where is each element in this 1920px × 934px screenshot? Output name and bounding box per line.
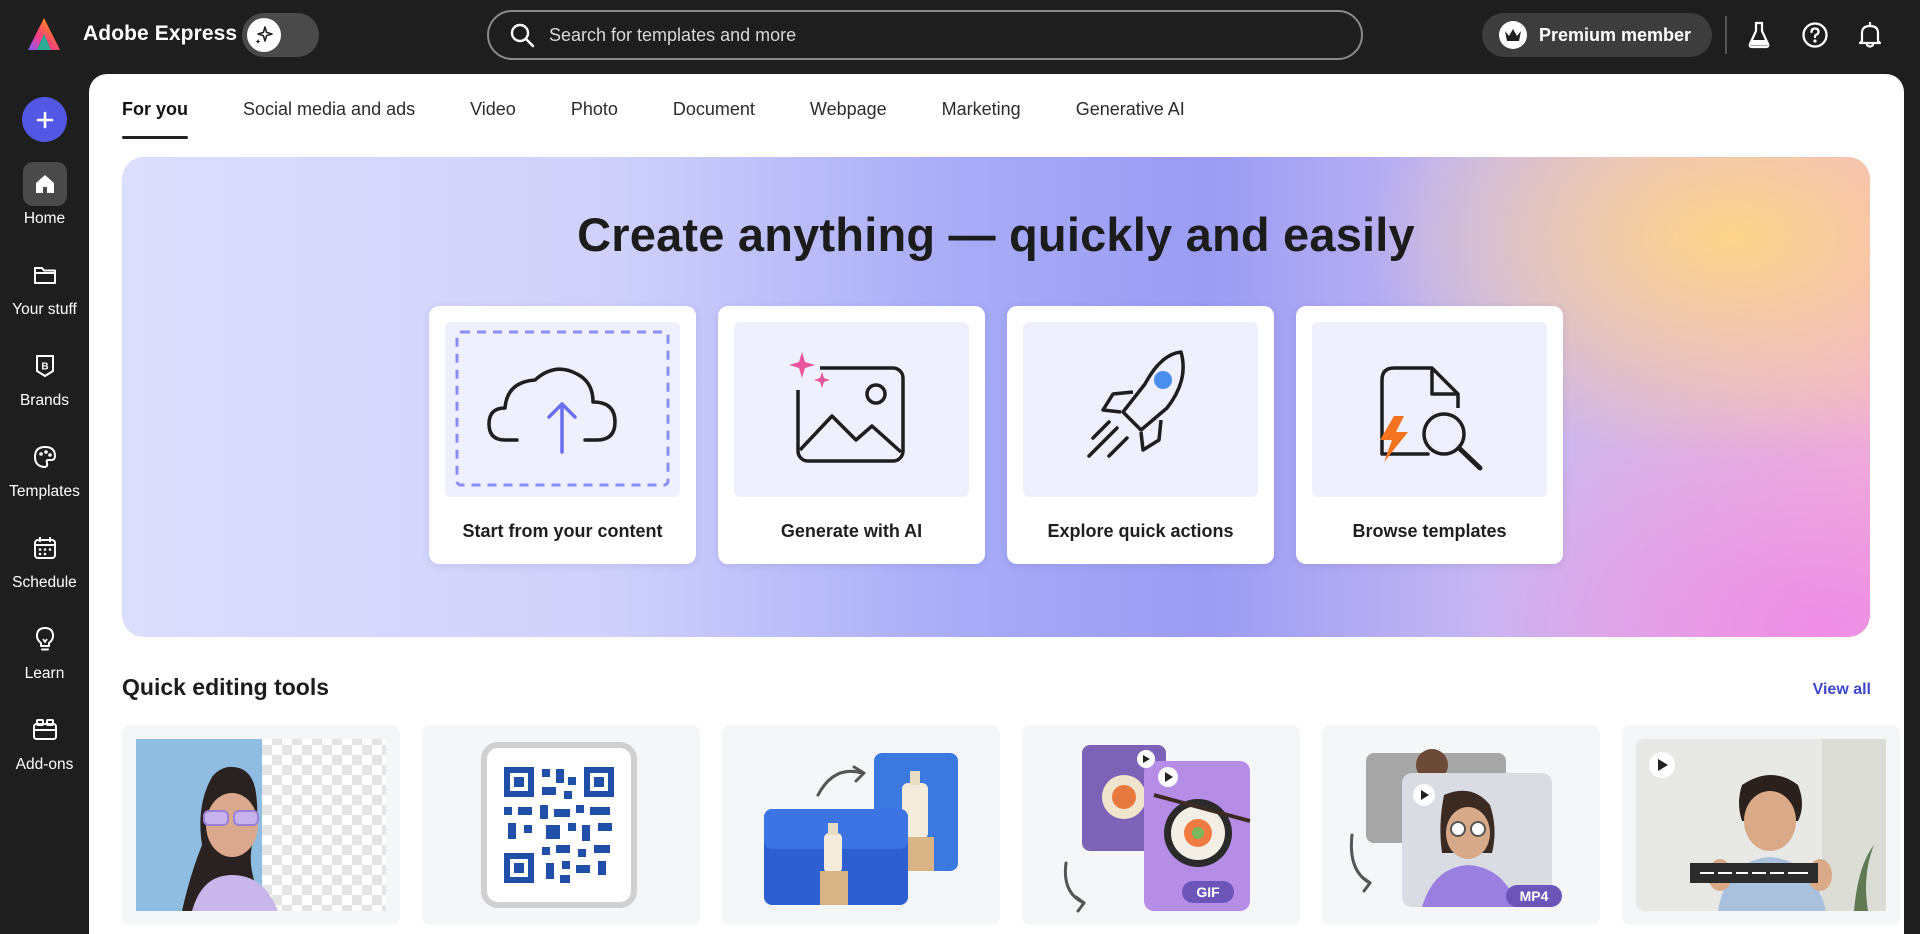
rail-item-home[interactable]: Home xyxy=(0,162,89,242)
labs-flask-icon[interactable] xyxy=(1744,20,1774,50)
search-input[interactable] xyxy=(549,24,1361,46)
explore-quick-actions-card[interactable]: Explore quick actions xyxy=(1007,306,1274,564)
tab-document[interactable]: Document xyxy=(673,98,755,138)
rocket-icon xyxy=(1023,322,1258,497)
rail-label-schedule: Schedule xyxy=(12,574,77,591)
adobe-express-logo[interactable] xyxy=(26,16,62,52)
rail-item-schedule[interactable]: Schedule xyxy=(0,526,89,606)
resize-image-thumbnail xyxy=(764,753,958,905)
qr-code-thumbnail xyxy=(481,742,637,908)
start-from-content-card[interactable]: Start from your content xyxy=(429,306,696,564)
tab-for-you[interactable]: For you xyxy=(122,98,188,139)
explore-quick-actions-label: Explore quick actions xyxy=(1047,521,1234,541)
top-bar: Adobe Express Premium member xyxy=(0,0,1920,72)
rail-item-learn[interactable]: Learn xyxy=(0,617,89,697)
remove-background-thumbnail xyxy=(136,739,386,911)
search-bar[interactable] xyxy=(487,10,1363,60)
addons-icon xyxy=(23,708,67,752)
tab-marketing[interactable]: Marketing xyxy=(942,98,1021,138)
convert-to-mp4-tool[interactable]: MP4 xyxy=(1322,725,1600,925)
mp4-badge: MP4 xyxy=(1520,888,1549,904)
help-icon[interactable] xyxy=(1800,20,1830,50)
crown-icon xyxy=(1499,21,1527,49)
create-new-button[interactable] xyxy=(22,97,67,142)
convert-to-mp4-thumbnail: MP4 xyxy=(1349,749,1562,907)
generate-with-ai-label: Generate with AI xyxy=(780,521,923,541)
svg-text:B: B xyxy=(41,362,48,373)
caption-video-tool[interactable] xyxy=(1622,725,1900,925)
ai-image-icon xyxy=(734,322,969,497)
tab-social-media-and-ads[interactable]: Social media and ads xyxy=(243,98,415,138)
lightbulb-icon xyxy=(23,617,67,661)
rail-label-learn: Learn xyxy=(24,665,65,682)
ai-mode-toggle[interactable] xyxy=(242,13,319,57)
rail-label-add-ons: Add-ons xyxy=(15,756,74,773)
convert-to-gif-thumbnail: GIF xyxy=(1063,745,1251,913)
tab-webpage[interactable]: Webpage xyxy=(810,98,887,138)
tab-generative-ai[interactable]: Generative AI xyxy=(1076,98,1185,138)
notifications-bell-icon[interactable] xyxy=(1855,20,1885,50)
home-icon xyxy=(22,162,67,206)
view-all-link[interactable]: View all xyxy=(1813,681,1871,699)
convert-to-gif-tool[interactable]: GIF xyxy=(1022,725,1300,925)
premium-member-button[interactable]: Premium member xyxy=(1482,13,1712,57)
upload-cloud-icon xyxy=(445,322,680,497)
rail-item-templates[interactable]: Templates xyxy=(0,435,89,515)
templates-icon xyxy=(23,435,67,479)
generate-with-ai-card[interactable]: Generate with AI xyxy=(718,306,985,564)
rail-item-your-stuff[interactable]: Your stuff xyxy=(0,253,89,333)
gif-badge: GIF xyxy=(1196,884,1220,900)
rail-label-brands: Brands xyxy=(19,392,70,409)
search-icon xyxy=(510,23,535,48)
brand-icon: B xyxy=(23,344,67,388)
start-from-content-label: Start from your content xyxy=(462,521,663,541)
header-divider xyxy=(1725,16,1727,54)
hero-banner: Create anything — quickly and easily Sta… xyxy=(122,157,1870,637)
resize-image-tool[interactable] xyxy=(722,725,1000,925)
calendar-icon xyxy=(23,526,67,570)
search-template-icon xyxy=(1312,322,1547,497)
rail-label-your-stuff: Your stuff xyxy=(12,301,77,318)
left-rail: Home Your stuff B Brands Templates Sched… xyxy=(0,72,89,924)
browse-templates-label: Browse templates xyxy=(1352,521,1507,541)
rail-label-home: Home xyxy=(23,210,66,227)
app-name: Adobe Express xyxy=(83,22,238,45)
sparkle-icon xyxy=(247,18,281,52)
folder-icon xyxy=(23,253,67,297)
quick-tools-title: Quick editing tools xyxy=(122,674,330,700)
category-tabs: For you Social media and ads Video Photo… xyxy=(122,98,1240,139)
remove-background-tool[interactable] xyxy=(122,725,400,925)
plus-icon xyxy=(36,111,53,128)
rail-item-add-ons[interactable]: Add-ons xyxy=(0,708,89,788)
qr-code-generator-tool[interactable] xyxy=(422,725,700,925)
browse-templates-card[interactable]: Browse templates xyxy=(1296,306,1563,564)
rail-item-brands[interactable]: B Brands xyxy=(0,344,89,424)
main-content: For you Social media and ads Video Photo… xyxy=(89,74,1904,934)
caption-video-thumbnail xyxy=(1636,739,1886,911)
premium-label: Premium member xyxy=(1539,24,1692,45)
tab-video[interactable]: Video xyxy=(470,98,516,138)
tab-photo[interactable]: Photo xyxy=(571,98,618,138)
hero-title: Create anything — quickly and easily xyxy=(577,208,1415,261)
rail-label-templates: Templates xyxy=(9,483,80,500)
